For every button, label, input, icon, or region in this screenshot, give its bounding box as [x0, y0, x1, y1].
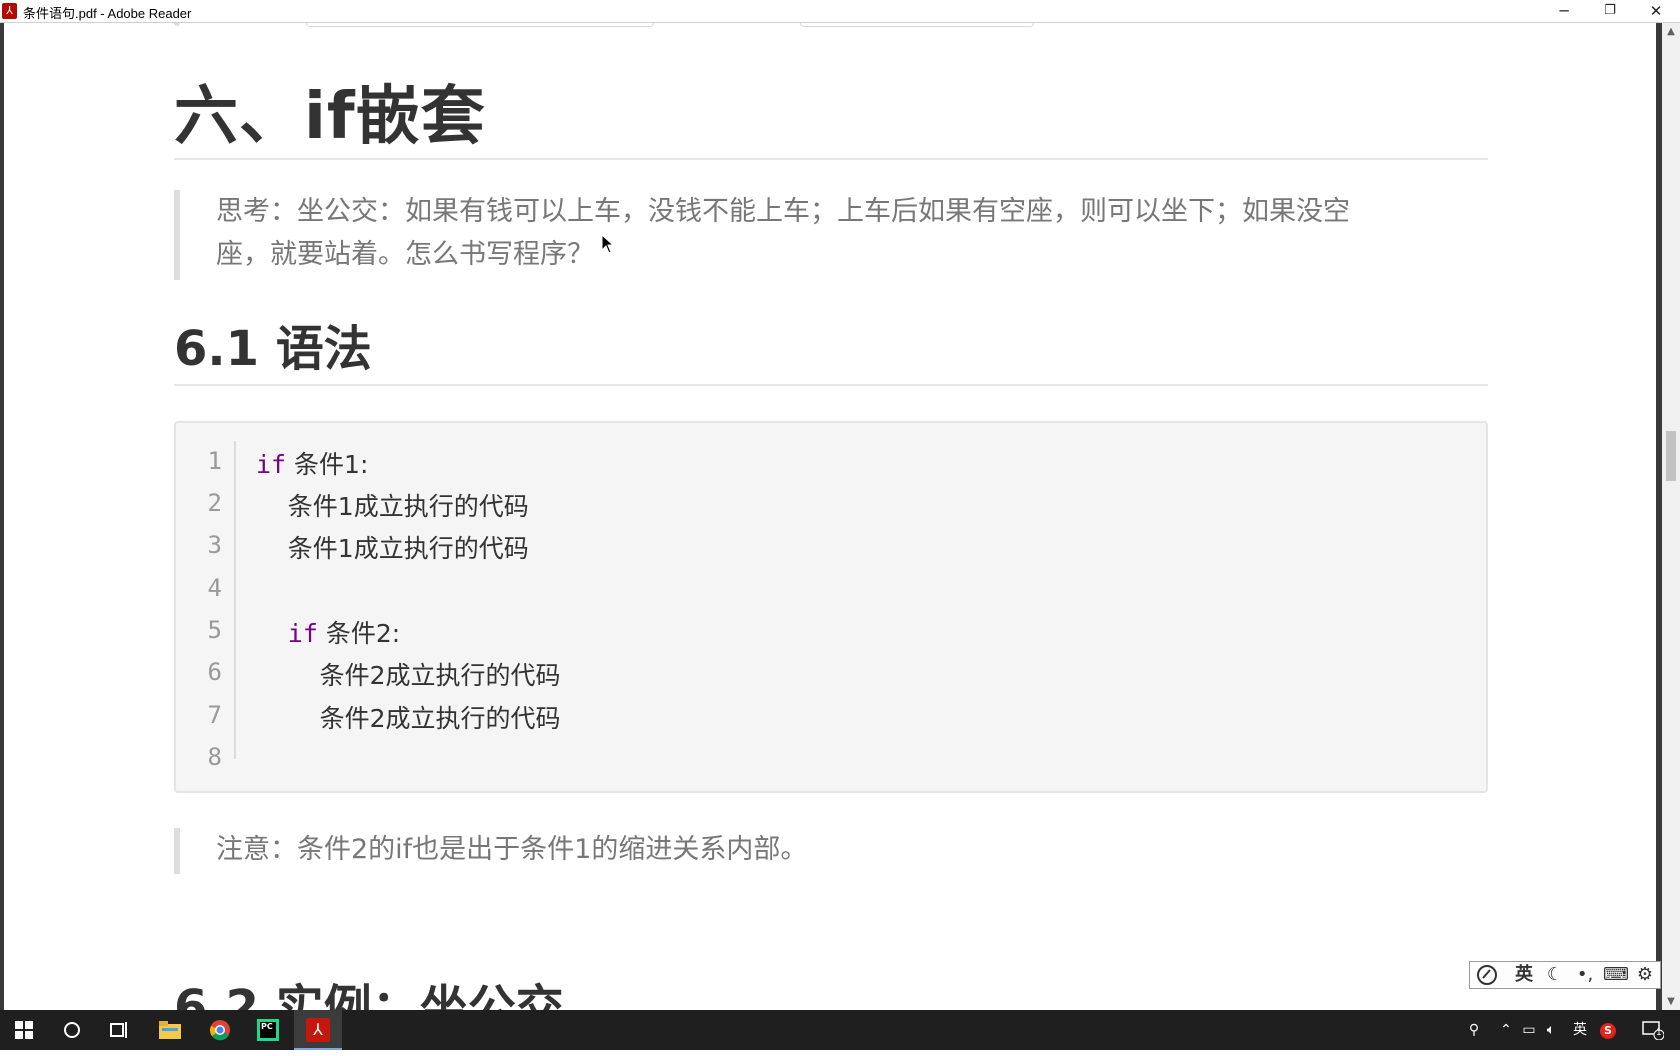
document-viewer[interactable]: 六、if嵌套 思考：坐公交：如果有钱可以上车，没钱不能上车；上车后如果有空座，则… — [0, 23, 1662, 1010]
code-text: 条件1成立执行的代码 — [256, 534, 529, 563]
code-keyword: if — [256, 450, 287, 479]
scroll-thumb[interactable] — [1666, 431, 1676, 481]
ime-logo-icon[interactable] — [1474, 964, 1502, 986]
mouse-cursor-icon — [601, 234, 615, 254]
code-gutter-divider — [234, 441, 236, 759]
chrome-icon[interactable] — [196, 1010, 244, 1050]
restore-button[interactable]: ❐ — [1587, 0, 1633, 22]
people-icon[interactable]: ⚲ — [1462, 1010, 1486, 1050]
pycharm-label: PC — [260, 1022, 276, 1038]
task-view-icon[interactable] — [96, 1010, 144, 1050]
adobe-reader-icon[interactable]: ⅄ — [294, 1010, 342, 1050]
partial-box — [800, 23, 1034, 27]
tray-expand-icon[interactable]: ⌃ — [1497, 1010, 1515, 1050]
keyboard-icon[interactable]: ⌨ — [1602, 964, 1630, 986]
pdf-icon: ⅄ — [2, 3, 17, 19]
punctuation-icon[interactable]: •, — [1572, 964, 1598, 986]
think-line-1: 思考：坐公交：如果有钱可以上车，没钱不能上车；上车后如果有空座，则可以坐下；如果… — [216, 196, 1350, 227]
think-blockquote: 思考：坐公交：如果有钱可以上车，没钱不能上车；上车后如果有空座，则可以坐下；如果… — [174, 190, 1488, 280]
partial-box — [306, 23, 654, 27]
code-line: 条件2成立执行的代码 — [256, 699, 561, 735]
moon-icon[interactable]: ☾ — [1542, 964, 1568, 986]
note-blockquote: 注意：条件2的if也是出于条件1的缩进关系内部。 — [174, 828, 1488, 874]
code-text: 条件2成立执行的代码 — [256, 704, 561, 733]
code-line: if 条件2: — [256, 614, 400, 650]
window-title: 条件语句.pdf - Adobe Reader — [23, 6, 192, 21]
sogou-ime-icon[interactable]: S — [1597, 1010, 1619, 1050]
volume-icon[interactable]: 🔈︎ — [1541, 1010, 1561, 1050]
window-titlebar: ⅄ 条件语句.pdf - Adobe Reader ─ ❐ ✕ — [0, 0, 1680, 23]
code-text: 条件2成立执行的代码 — [256, 661, 561, 690]
pycharm-icon[interactable]: PC — [244, 1010, 292, 1050]
scroll-up-arrow-icon[interactable]: ▲ — [1662, 23, 1680, 40]
code-text: 条件1: — [286, 450, 369, 479]
notification-center-icon[interactable]: 1 — [1638, 1010, 1668, 1050]
tray-ime-language[interactable]: 英 — [1570, 1010, 1590, 1050]
code-block[interactable]: 1 if 条件1: 2 条件1成立执行的代码 3 条件1成立执行的代码 4 5 … — [174, 421, 1488, 793]
gear-icon[interactable]: ⚙ — [1632, 964, 1658, 986]
heading-divider — [174, 384, 1488, 386]
page-edge-left — [0, 23, 4, 1010]
heading-example: 6.2 实例：坐公交 — [174, 980, 564, 1010]
search-circle-icon[interactable] — [48, 1010, 96, 1050]
code-line: 条件1成立执行的代码 — [256, 487, 529, 523]
file-explorer-icon[interactable] — [146, 1010, 194, 1050]
code-keyword: if — [287, 619, 318, 648]
line-number: 8 — [207, 743, 222, 771]
line-number: 1 — [207, 447, 222, 475]
vertical-scrollbar[interactable]: ▲ ▼ — [1662, 23, 1680, 1010]
taskbar: PC ⅄ ⚲ ⌃ ▭ 🔈︎ 英 S 1 — [0, 1010, 1680, 1050]
ime-toolbar: 英 ☾ •, ⌨ ⚙ — [1469, 961, 1661, 989]
line-number: 2 — [207, 489, 222, 517]
ime-language-toggle[interactable]: 英 — [1510, 964, 1538, 986]
heading-if-nesting: 六、if嵌套 — [174, 80, 486, 154]
close-button[interactable]: ✕ — [1633, 0, 1679, 22]
note-text: 注意：条件2的if也是出于条件1的缩进关系内部。 — [216, 834, 808, 865]
notification-count: 1 — [1656, 1028, 1662, 1038]
think-line-2: 座，就要站着。怎么书写程序？ — [216, 239, 594, 270]
partial-quote-bar — [174, 23, 180, 26]
heading-syntax: 6.1 语法 — [174, 321, 372, 377]
code-line: if 条件1: — [256, 445, 368, 481]
code-line: 条件1成立执行的代码 — [256, 529, 529, 565]
line-number: 5 — [207, 616, 222, 644]
code-text: 条件2: — [317, 619, 401, 648]
heading-divider — [174, 158, 1488, 160]
scroll-down-arrow-icon[interactable]: ▼ — [1662, 993, 1680, 1010]
windows-start-icon[interactable] — [0, 1010, 48, 1050]
code-text: 条件1成立执行的代码 — [256, 492, 529, 521]
line-number: 3 — [207, 531, 222, 559]
line-number: 6 — [207, 658, 222, 686]
minimize-button[interactable]: ─ — [1541, 0, 1587, 22]
line-number: 4 — [207, 574, 222, 602]
line-number: 7 — [207, 701, 222, 729]
code-line: 条件2成立执行的代码 — [256, 656, 561, 692]
network-icon[interactable]: ▭ — [1519, 1010, 1539, 1050]
